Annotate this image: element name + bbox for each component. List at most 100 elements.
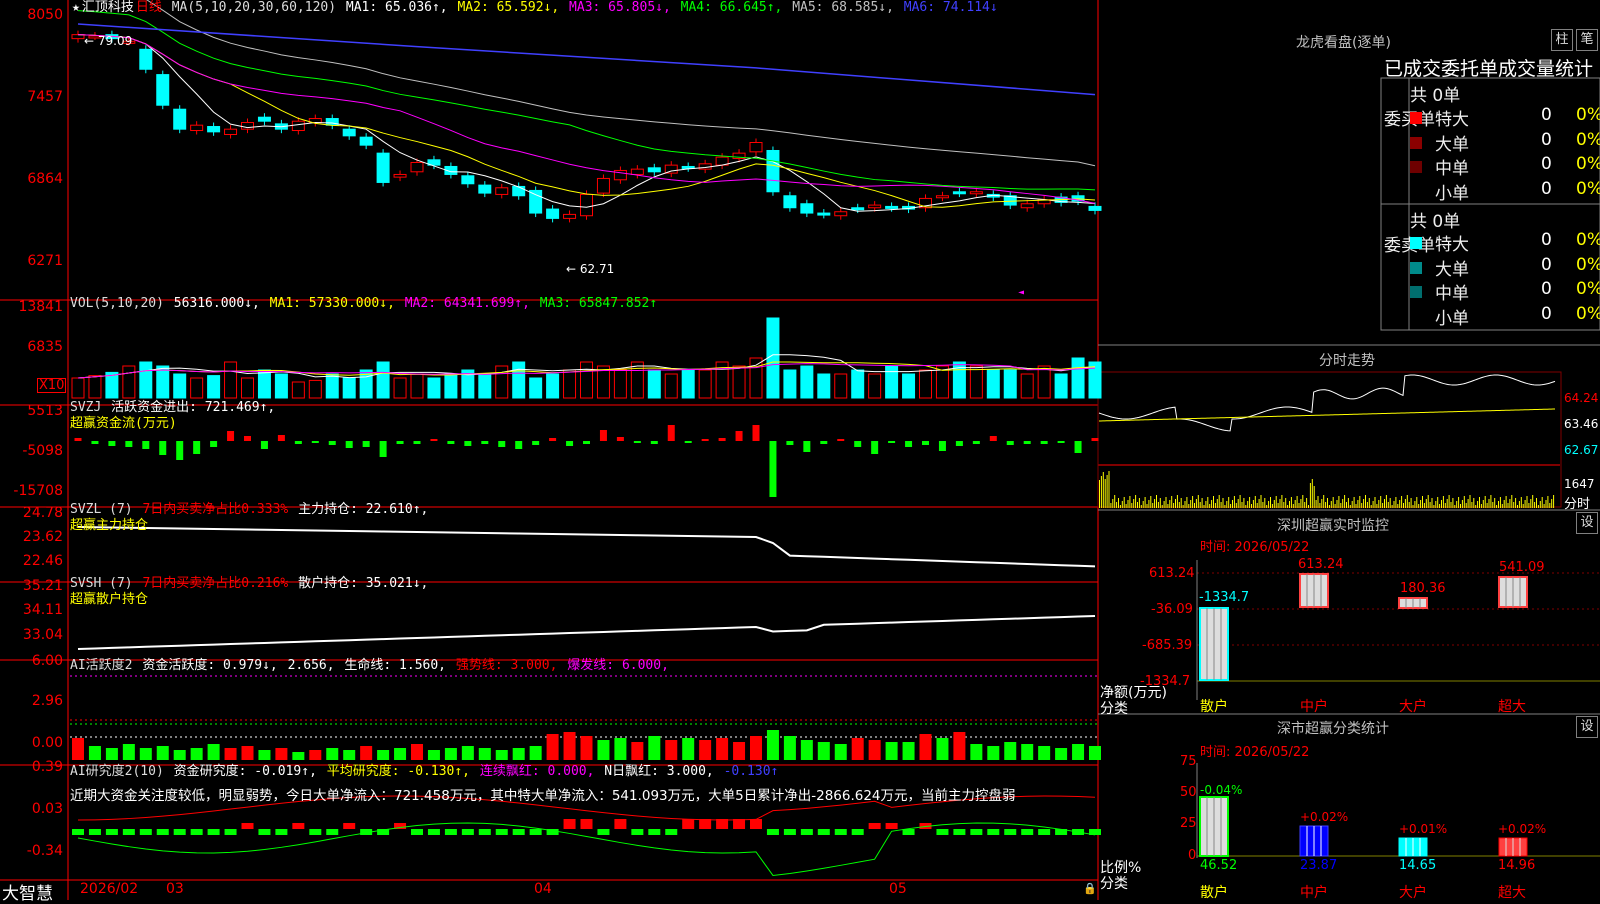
ai2-bar[interactable] [868, 823, 881, 829]
svzj-bar[interactable] [74, 438, 82, 441]
volume-bar[interactable] [969, 365, 983, 399]
ai1-bar[interactable] [512, 748, 525, 760]
ai1-bar[interactable] [1055, 748, 1068, 760]
ai2-bar[interactable] [1021, 829, 1034, 835]
volume-bar[interactable] [1037, 365, 1051, 399]
ai2-bar[interactable] [936, 829, 949, 835]
candle-body[interactable] [546, 208, 560, 219]
svzj-bar[interactable] [1074, 441, 1082, 453]
ai1-bar[interactable] [190, 748, 203, 760]
candle-body[interactable] [156, 74, 170, 106]
svzj-bar[interactable] [413, 441, 421, 444]
ai2-bar[interactable] [461, 829, 474, 835]
ai1-bar[interactable] [716, 738, 729, 760]
candle-body[interactable] [766, 149, 780, 193]
svzj-bar[interactable] [1057, 441, 1065, 443]
svzj-bar[interactable] [142, 441, 150, 449]
ai2-bar[interactable] [495, 829, 508, 835]
svzj-bar[interactable] [769, 441, 777, 497]
candle-body[interactable] [173, 108, 187, 130]
ai2-bar[interactable] [173, 829, 186, 835]
candle-body[interactable] [834, 211, 848, 217]
ai2-bar[interactable] [766, 829, 779, 835]
svzj-bar[interactable] [498, 441, 506, 447]
ai2-bar[interactable] [851, 829, 864, 835]
ai2-bar[interactable] [309, 829, 322, 835]
ai1-bar[interactable] [411, 744, 423, 760]
ai2-bar[interactable] [529, 829, 542, 835]
ai1-bar[interactable] [953, 732, 966, 760]
candle-body[interactable] [800, 203, 814, 214]
svzj-bar[interactable] [820, 441, 828, 444]
ai1-bar[interactable] [1072, 744, 1085, 760]
volume-bar[interactable] [1054, 373, 1068, 399]
ai1-bar[interactable] [173, 750, 186, 760]
period-label[interactable]: 日线 [136, 0, 162, 15]
volume-bar[interactable] [393, 377, 407, 399]
ai1-bar[interactable] [631, 742, 644, 760]
svzj-bar[interactable] [311, 441, 319, 443]
ai1-bar[interactable] [665, 740, 678, 760]
candle-body[interactable] [969, 191, 983, 195]
candle-body[interactable] [512, 185, 526, 197]
ai1-bar[interactable] [597, 740, 610, 760]
candle-body[interactable] [342, 128, 356, 137]
svzj-bar[interactable] [1023, 441, 1031, 444]
svzj-bar[interactable] [1040, 441, 1048, 444]
svzj-bar[interactable] [244, 436, 251, 441]
ai2-bar[interactable] [512, 829, 525, 835]
ai1-bar[interactable] [750, 736, 762, 760]
vol-x10-badge[interactable]: X10 [37, 378, 67, 393]
ai2-bar[interactable] [72, 829, 84, 835]
svzj-bar[interactable] [481, 441, 489, 444]
volume-bar[interactable] [546, 373, 560, 399]
svzj-bar[interactable] [260, 441, 268, 449]
volume-bar[interactable] [749, 357, 763, 399]
volume-bar[interactable] [766, 317, 780, 399]
svzj-bar[interactable] [277, 435, 285, 441]
volume-bar[interactable] [647, 369, 661, 399]
volume-bar[interactable] [732, 365, 746, 399]
candle-body[interactable] [359, 136, 373, 146]
svzj-bar[interactable] [294, 441, 302, 444]
ai2-bar[interactable] [207, 829, 220, 835]
ai1-bar[interactable] [1021, 744, 1034, 760]
ai1-bar[interactable] [851, 738, 864, 760]
ai2-bar[interactable] [597, 829, 610, 835]
svzj-bar[interactable] [362, 441, 370, 447]
volume-bar[interactable] [851, 369, 865, 399]
ai2-bar[interactable] [258, 829, 271, 835]
candle-body[interactable] [630, 168, 644, 175]
volume-bar[interactable] [1020, 373, 1034, 399]
ai1-bar[interactable] [885, 742, 898, 760]
svzj-bar[interactable] [989, 436, 997, 441]
ai2-bar[interactable] [326, 829, 339, 835]
ai2-bar[interactable] [478, 829, 491, 835]
ai1-bar[interactable] [478, 748, 491, 760]
ai2-bar[interactable] [750, 819, 762, 829]
ai2-bar[interactable] [834, 829, 847, 835]
svzj-bar[interactable] [718, 438, 726, 441]
ai1-bar[interactable] [766, 730, 779, 760]
svzj-bar[interactable] [379, 441, 387, 457]
svzj-bar[interactable] [905, 441, 913, 447]
volume-bar[interactable] [291, 381, 305, 399]
candle-body[interactable] [291, 120, 305, 132]
volume-bar[interactable] [1071, 357, 1085, 399]
candle-body[interactable] [257, 116, 271, 122]
volume-bar[interactable] [308, 379, 322, 399]
candle-body[interactable] [952, 191, 966, 195]
volume-bar[interactable] [529, 377, 543, 399]
candle-body[interactable] [190, 124, 204, 132]
volume-bar[interactable] [580, 361, 593, 399]
ai1-bar[interactable] [156, 746, 169, 760]
volume-bar[interactable] [681, 369, 695, 399]
ai2-bar[interactable] [817, 829, 830, 835]
ai2-bar[interactable] [292, 823, 305, 829]
ai2-bar[interactable] [139, 829, 152, 835]
ai1-bar[interactable] [224, 748, 237, 760]
ai1-bar[interactable] [258, 750, 271, 760]
volume-bar[interactable] [122, 365, 136, 399]
ai2-bar[interactable] [648, 829, 661, 835]
ai1-bar[interactable] [834, 744, 847, 760]
